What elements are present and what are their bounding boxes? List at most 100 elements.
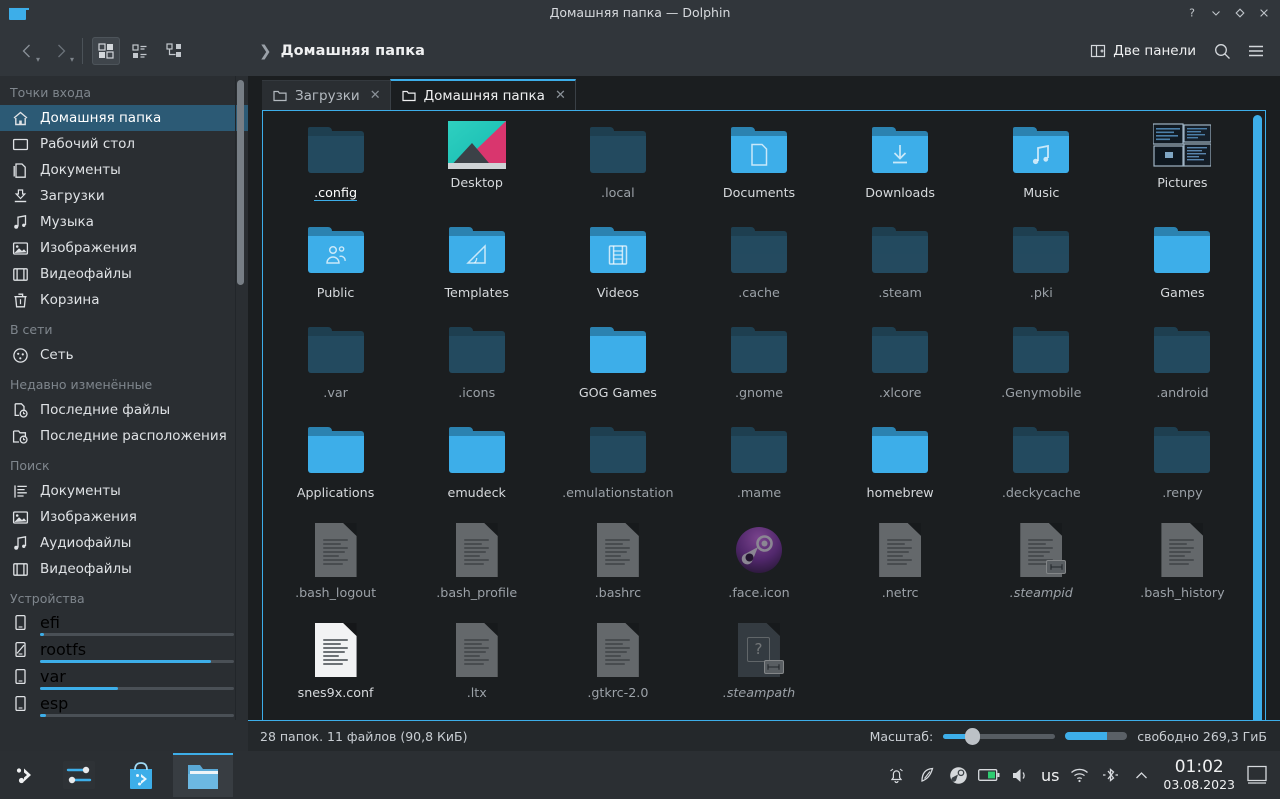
file-item[interactable]: .ltx bbox=[406, 615, 547, 715]
file-item[interactable]: .pki bbox=[971, 215, 1112, 315]
zoom-slider[interactable] bbox=[943, 727, 1056, 745]
notifications-icon[interactable] bbox=[881, 752, 912, 798]
file-item[interactable]: Music bbox=[971, 115, 1112, 215]
clock[interactable]: 01:02 03.08.2023 bbox=[1163, 758, 1235, 791]
breadcrumb[interactable]: ❯ Домашняя папка bbox=[259, 42, 425, 60]
file-item[interactable]: .bash_profile bbox=[406, 515, 547, 615]
sidebar-item-видеофайлы[interactable]: Видеофайлы bbox=[0, 261, 248, 287]
back-dropdown-caret[interactable]: ▾ bbox=[36, 56, 40, 64]
menu-button[interactable] bbox=[1240, 35, 1272, 67]
battery-icon[interactable] bbox=[974, 752, 1005, 798]
sidebar-item-рабочий-стол[interactable]: Рабочий стол bbox=[0, 131, 248, 157]
sidebar-device-var[interactable]: var bbox=[0, 665, 248, 692]
file-item[interactable]: .Genymobile bbox=[971, 315, 1112, 415]
sidebar-item-документы[interactable]: Документы bbox=[0, 157, 248, 183]
chevron-up-icon[interactable] bbox=[1126, 752, 1157, 798]
file-item[interactable]: .var bbox=[265, 315, 406, 415]
minimize-button[interactable] bbox=[1204, 0, 1228, 26]
file-item[interactable]: .local bbox=[547, 115, 688, 215]
file-grid[interactable]: .config Desktop .local Documents Downloa… bbox=[263, 111, 1265, 751]
file-item[interactable]: Templates bbox=[406, 215, 547, 315]
volume-icon[interactable] bbox=[1005, 752, 1036, 798]
view-mode-icons-button[interactable] bbox=[92, 37, 120, 65]
file-item[interactable]: .icons bbox=[406, 315, 547, 415]
file-item[interactable]: Videos bbox=[547, 215, 688, 315]
maximize-button[interactable] bbox=[1228, 0, 1252, 26]
sidebar-item-видеофайлы[interactable]: Видеофайлы bbox=[0, 556, 248, 582]
file-item[interactable]: .face.icon bbox=[688, 515, 829, 615]
file-item[interactable]: .cache bbox=[688, 215, 829, 315]
file-item[interactable]: .bashrc bbox=[547, 515, 688, 615]
taskbar-item-discover[interactable] bbox=[111, 753, 171, 797]
view-mode-compact-button[interactable] bbox=[126, 37, 154, 65]
file-item[interactable]: .netrc bbox=[830, 515, 971, 615]
file-item[interactable]: .emulationstation bbox=[547, 415, 688, 515]
sidebar-item-загрузки[interactable]: Загрузки bbox=[0, 183, 248, 209]
sidebar-item-сеть[interactable]: Сеть bbox=[0, 342, 248, 368]
file-item[interactable]: .bash_history bbox=[1112, 515, 1253, 615]
sidebar-scrollbar-thumb[interactable] bbox=[237, 80, 244, 285]
taskbar-item-system-settings[interactable] bbox=[49, 753, 109, 797]
system-tray[interactable]: us 01:02 03.08.2023 bbox=[881, 751, 1274, 799]
file-item[interactable]: .steam bbox=[830, 215, 971, 315]
sidebar-item-корзина[interactable]: Корзина bbox=[0, 287, 248, 313]
file-item[interactable]: .gtkrc-2.0 bbox=[547, 615, 688, 715]
breadcrumb-current[interactable]: Домашняя папка bbox=[281, 43, 425, 59]
tab-close-icon[interactable]: ✕ bbox=[370, 88, 381, 103]
forward-dropdown-caret[interactable]: ▾ bbox=[70, 56, 74, 64]
forward-button[interactable]: ▾ bbox=[44, 34, 78, 68]
show-desktop-button[interactable] bbox=[1244, 751, 1270, 799]
tab-загрузки[interactable]: Загрузки ✕ bbox=[262, 80, 390, 110]
help-button[interactable]: ? bbox=[1180, 0, 1204, 26]
file-item[interactable]: .bash_logout bbox=[265, 515, 406, 615]
sidebar-item-домашняя-папка[interactable]: Домашняя папка bbox=[0, 105, 248, 131]
split-view-button[interactable]: Две панели bbox=[1082, 38, 1204, 64]
sidebar-item-музыка[interactable]: Музыка bbox=[0, 209, 248, 235]
tab-close-icon[interactable]: ✕ bbox=[555, 88, 566, 103]
tab-домашняя-папка[interactable]: Домашняя папка ✕ bbox=[389, 79, 576, 110]
keyboard-layout-indicator[interactable]: us bbox=[1036, 766, 1064, 785]
file-item[interactable]: snes9x.conf bbox=[265, 615, 406, 715]
file-item[interactable]: .mame bbox=[688, 415, 829, 515]
file-item[interactable]: .deckycache bbox=[971, 415, 1112, 515]
back-button[interactable]: ▾ bbox=[10, 34, 44, 68]
wifi-icon[interactable] bbox=[1064, 752, 1095, 798]
file-item[interactable]: .steampid bbox=[971, 515, 1112, 615]
file-item[interactable]: Desktop bbox=[406, 115, 547, 215]
file-item[interactable]: .gnome bbox=[688, 315, 829, 415]
sidebar-device-esp[interactable]: esp bbox=[0, 692, 248, 719]
sidebar-item-изображения[interactable]: Изображения bbox=[0, 504, 248, 530]
file-item[interactable]: GOG Games bbox=[547, 315, 688, 415]
file-item[interactable]: .android bbox=[1112, 315, 1253, 415]
file-view-scrollbar[interactable] bbox=[1253, 115, 1262, 747]
kdeconnect-icon[interactable] bbox=[912, 752, 943, 798]
file-view[interactable]: .config Desktop .local Documents Downloa… bbox=[262, 110, 1266, 751]
file-item[interactable]: emudeck bbox=[406, 415, 547, 515]
file-item[interactable]: Documents bbox=[688, 115, 829, 215]
sidebar-item-последние-расположения[interactable]: Последние расположения bbox=[0, 423, 248, 449]
file-item[interactable]: Downloads bbox=[830, 115, 971, 215]
taskbar-item-dolphin[interactable] bbox=[173, 753, 233, 797]
file-item[interactable]: .renpy bbox=[1112, 415, 1253, 515]
file-item[interactable]: Applications bbox=[265, 415, 406, 515]
sidebar-item-документы[interactable]: Документы bbox=[0, 478, 248, 504]
file-item[interactable]: .config bbox=[265, 115, 406, 215]
file-item[interactable]: .xlcore bbox=[830, 315, 971, 415]
steam-icon[interactable] bbox=[943, 752, 974, 798]
sidebar-item-изображения[interactable]: Изображения bbox=[0, 235, 248, 261]
file-item[interactable]: ? .steampath bbox=[688, 615, 829, 715]
view-mode-details-button[interactable] bbox=[160, 37, 188, 65]
sidebar-device-efi[interactable]: efi bbox=[0, 611, 248, 638]
close-button[interactable] bbox=[1252, 0, 1276, 26]
sidebar-device-rootfs[interactable]: rootfs bbox=[0, 638, 248, 665]
places-sidebar[interactable]: Точки входа Домашняя папка Рабочий стол … bbox=[0, 76, 248, 751]
sidebar-item-последние-файлы[interactable]: Последние файлы bbox=[0, 397, 248, 423]
zoom-slider-handle[interactable] bbox=[965, 727, 981, 745]
bluetooth-icon[interactable] bbox=[1095, 752, 1126, 798]
file-item[interactable]: Public bbox=[265, 215, 406, 315]
application-launcher-button[interactable] bbox=[0, 751, 48, 799]
tab-bar[interactable]: Загрузки ✕ Домашняя папка ✕ bbox=[248, 76, 1280, 110]
file-item[interactable]: Pictures bbox=[1112, 115, 1253, 215]
file-item[interactable]: Games bbox=[1112, 215, 1253, 315]
search-button[interactable] bbox=[1206, 35, 1238, 67]
